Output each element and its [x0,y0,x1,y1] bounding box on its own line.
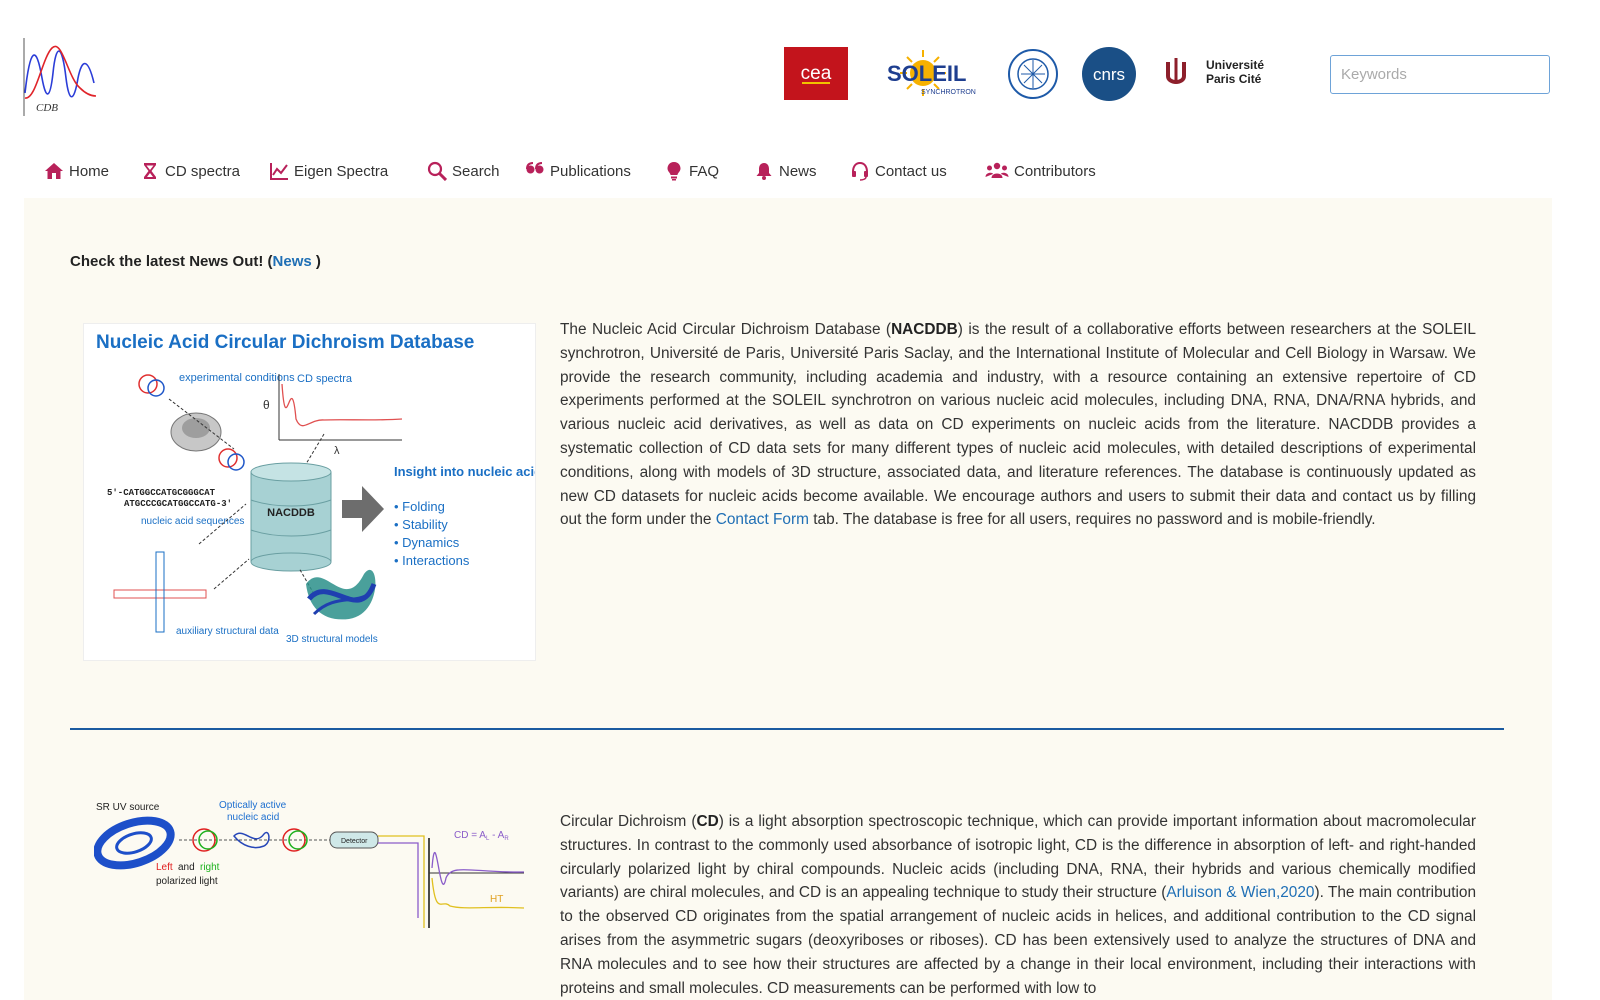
news-suffix: ) [311,253,321,270]
quote-icon [526,162,544,174]
cnrs-logo[interactable]: cnrs [1080,46,1138,102]
nav-cd-spectra[interactable]: CD spectra [140,158,240,184]
header: CDB cea SOLEIL SYNCHROTRON cnrs Universi… [0,0,1600,150]
nav-label-faq: FAQ [689,162,720,180]
news-link[interactable]: News [273,253,312,270]
bell-icon [756,163,772,180]
svg-text:SYNCHROTRON: SYNCHROTRON [921,89,976,96]
logo-text: CDB [36,102,58,114]
universite-paris-cite-logo[interactable]: Université Paris Cité [1164,52,1276,90]
line-chart-icon [270,163,288,180]
theta-label: θ [263,398,270,412]
cd-spectra-plot: θ λ CD spectra [263,373,403,457]
lambda-label: λ [334,445,340,457]
auxiliary-data-label: auxiliary structural data [176,626,279,637]
cd-spectra-label: CD spectra [297,373,353,385]
nav-label-eigen-spectra: Eigen Spectra [294,162,389,180]
lightbulb-icon [667,162,681,181]
section-divider [70,728,1504,730]
nucleic-acid-sequences-label: nucleic acid sequences [141,516,244,527]
news-prefix: Check the latest News Out! ( [70,253,273,270]
nav-publications[interactable]: Publications [525,158,631,184]
nav-contact-us[interactable]: Contact us [850,158,947,184]
nav-search[interactable]: Search [427,158,500,184]
intro-bold-nacddb: NACDDB [891,321,958,338]
nav-contributors[interactable]: Contributors [985,158,1096,184]
rna-structure-icon [113,551,207,633]
nav-label-contact-us: Contact us [875,162,947,180]
optically-active-label-2: nucleic acid [227,812,279,823]
cdb-logo[interactable]: CDB [22,38,97,116]
cd-formula-label: CD = AL - AR [454,830,509,842]
svg-text:SOLEIL: SOLEIL [887,61,966,86]
polarized-light-label: polarized light [156,876,218,887]
nacddb-db-label: NACDDB [267,507,315,519]
nav-news[interactable]: News [754,158,817,184]
optically-active-label-1: Optically active [219,800,287,811]
cd-bold: CD [696,813,719,830]
nacddb-overview-figure: Nucleic Acid Circular Dichroism Database… [83,323,554,661]
3d-model-icon [306,569,377,620]
left-label: Left [156,862,173,873]
cd-principle-figure: SR UV source Left and right polarized li… [94,800,525,928]
nav-label-publications: Publications [550,162,631,180]
nav-home[interactable]: Home [44,158,109,184]
nav-label-search: Search [452,162,500,180]
insight-bullet-interactions: • Interactions [394,553,470,568]
and-label: and [178,862,195,873]
nav-label-news: News [779,162,817,180]
svg-text:cea: cea [801,63,832,84]
svg-text:Paris Cité: Paris Cité [1206,72,1262,86]
cd-cuvette-icon [138,374,245,471]
figure-title: Nucleic Acid Circular Dichroism Database [96,332,474,353]
insight-bullet-folding: • Folding [394,499,445,514]
intro-text-2: ) is the result of a collaborative effor… [560,321,1476,529]
svg-text:Université: Université [1206,58,1264,72]
insight-bullet-stability: • Stability [394,517,448,532]
intro-paragraph: The Nucleic Acid Circular Dichroism Data… [560,318,1476,532]
insight-title: Insight into nucleic acids: [394,464,535,479]
main-content: Check the latest News Out! (News ) Nucle… [24,198,1552,1000]
nav-eigen-spectra[interactable]: Eigen Spectra [269,158,388,184]
intro-text-3: tab. The database is free for all users,… [808,511,1376,529]
news-announcement: Check the latest News Out! (News ) [70,253,321,270]
keywords-search-input[interactable] [1330,55,1550,94]
experimental-conditions-label: experimental conditions [179,372,295,384]
sr-uv-source-label: SR UV source [96,802,160,813]
svg-text:cnrs: cnrs [1093,65,1125,84]
home-icon [45,163,63,179]
ht-label: HT [490,894,503,905]
headset-icon [852,161,868,181]
nav-label-home: Home [69,162,110,180]
search-icon [427,161,447,181]
nav-faq[interactable]: FAQ [664,158,719,184]
hourglass-icon [144,163,156,179]
intro-text-1: The Nucleic Acid Circular Dichroism Data… [560,321,892,338]
seal-logo[interactable] [1007,48,1059,100]
users-icon [985,162,1009,178]
arluison-wien-link[interactable]: Arluison & Wien,2020 [1166,884,1314,901]
cd-description-paragraph: Circular Dichroism (CD) is a light absor… [560,810,1476,1000]
contact-form-link[interactable]: Contact Form [716,511,809,528]
sequence-line-1: 5'-CATGGCCATGCGGGCAT [107,488,216,498]
nav-label-contributors: Contributors [1014,162,1096,180]
3d-models-label: 3D structural models [286,634,378,645]
insight-bullet-dynamics: • Dynamics [394,535,460,550]
detector-label: Detector [341,838,368,845]
cd-text-1: Circular Dichroism ( [560,813,697,830]
nav-label-cd-spectra: CD spectra [165,162,241,180]
sequence-line-2: ATGCCCGCATGGCCATG-3' [124,499,232,509]
soleil-logo[interactable]: SOLEIL SYNCHROTRON [885,48,995,98]
right-label: right [200,862,220,873]
cea-logo[interactable]: cea [784,47,848,100]
output-arrow-icon [342,486,384,532]
